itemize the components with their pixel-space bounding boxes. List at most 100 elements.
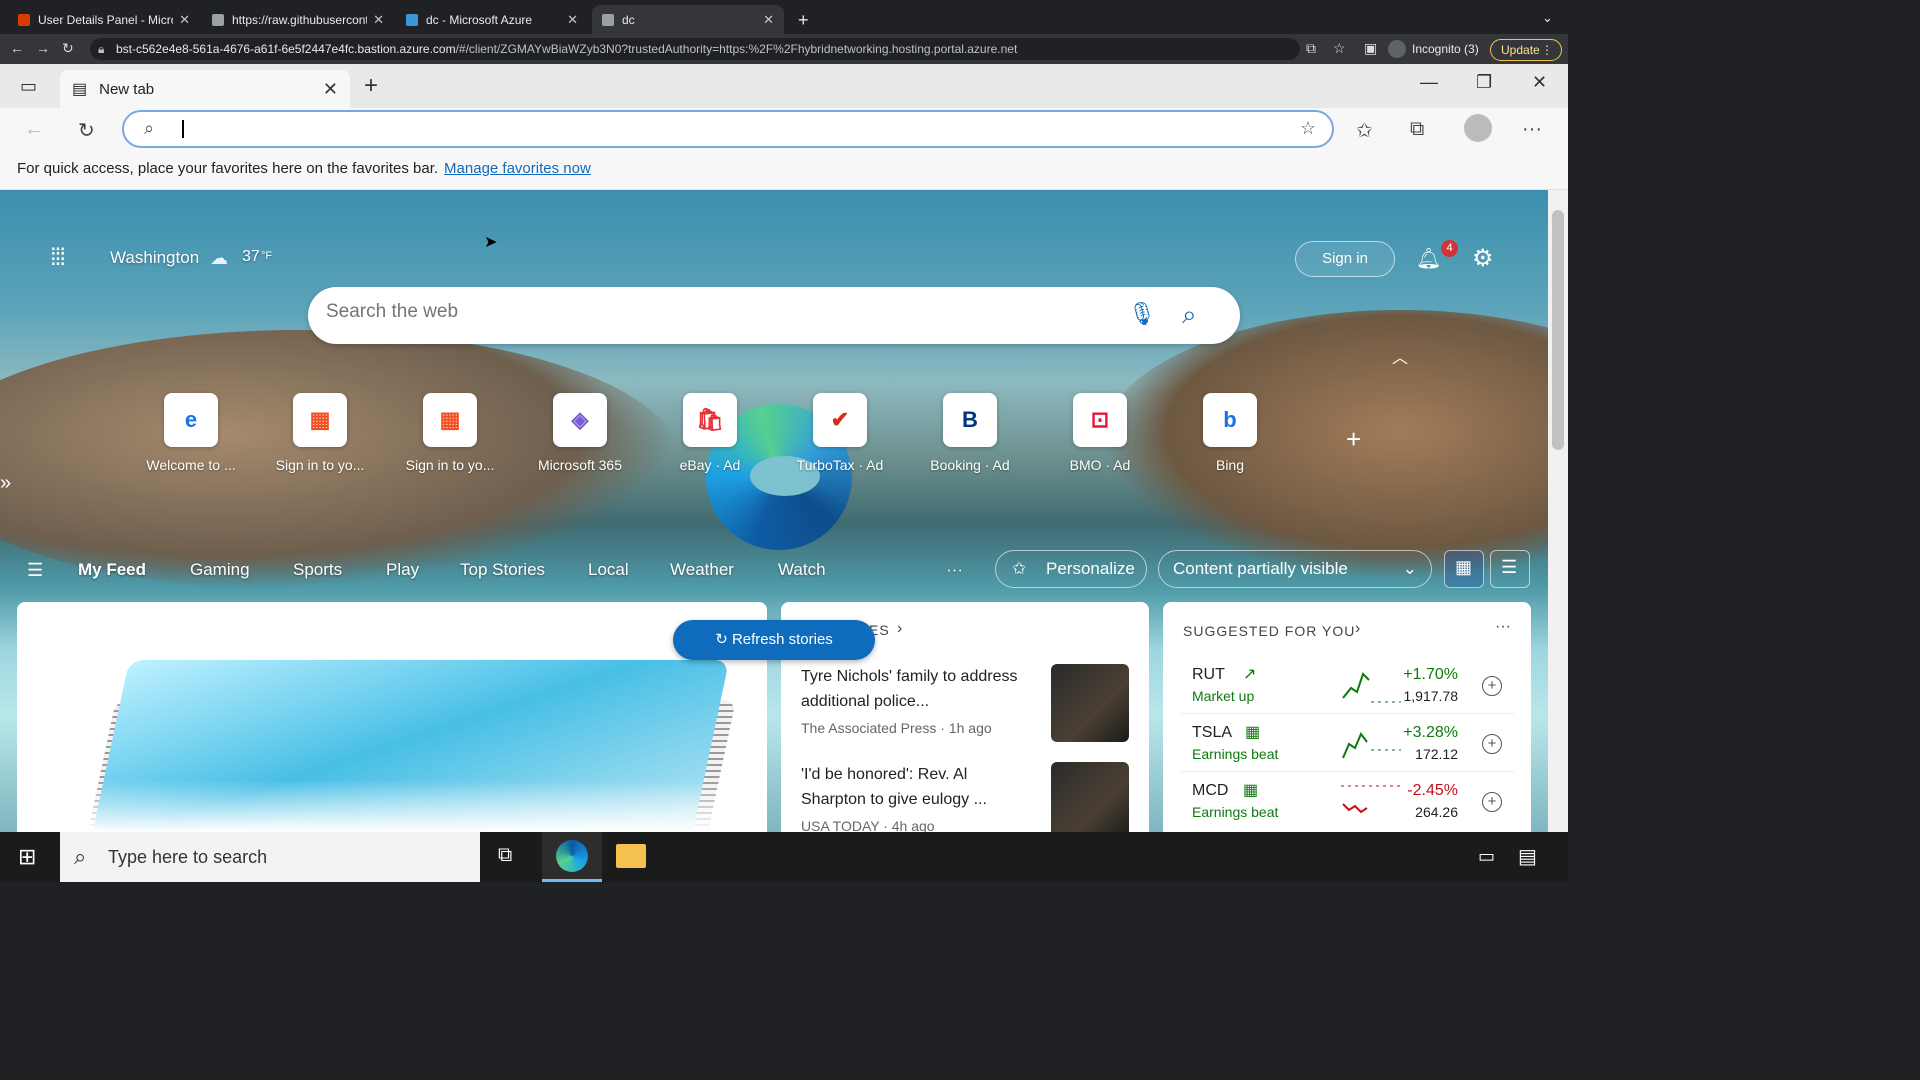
notifications-bell-icon[interactable]: 🔔︎ [1416,246,1441,271]
add-favorite-icon[interactable]: ☆ [1300,118,1316,139]
chrome-tab[interactable]: https://raw.githubusercontent. ✕ [202,5,394,35]
tab-actions-icon[interactable]: ▭ [20,76,37,97]
suggested-heading[interactable]: SUGGESTED FOR YOU [1183,623,1355,639]
quicklink-turbotax-icon: ✔ [813,393,867,447]
stock-symbol: MCD [1192,782,1229,799]
chrome-address-bar: ← → ↻ 🔒︎ bst-c562e4e8-561a-4676-a61f-6e5f… [0,34,1568,64]
refresh-icon[interactable]: ↻ [78,118,95,143]
quicklink[interactable]: e Welcome to ... [131,393,251,473]
stock-row[interactable]: MCD ▦ Earnings beat -2.45% 264.26 + [1181,780,1514,830]
window-close-icon[interactable]: ✕ [1532,72,1547,93]
new-tab-icon[interactable]: + [364,72,378,100]
chrome-tab[interactable]: User Details Panel - Microsoft ✕ [8,5,200,35]
quicklink[interactable]: ▦ Sign in to yo... [390,393,510,473]
chevron-right-icon[interactable]: › [897,620,902,638]
story-item[interactable]: Tyre Nichols' family to address addition… [801,664,1021,736]
chrome-tab[interactable]: dc - Microsoft Azure ✕ [396,5,588,35]
quicklink[interactable]: ▦ Sign in to yo... [260,393,380,473]
update-button[interactable]: Update ⋮ [1490,39,1562,61]
quicklink[interactable]: ◈ Microsoft 365 [520,393,640,473]
web-search-input[interactable] [326,301,1086,323]
weather-location[interactable]: Washington [110,248,199,268]
feed-tab-top-stories[interactable]: Top Stories [460,560,545,580]
add-stock-icon[interactable]: + [1482,734,1502,754]
quicklink[interactable]: 🛍 eBay · Ad [650,393,770,473]
stock-note: Earnings beat [1192,804,1279,820]
restore-icon[interactable]: ❐ [1476,72,1492,93]
chrome-tab-active[interactable]: dc ✕ [592,5,784,35]
story-item[interactable]: 'I'd be honored': Rev. Al Sharpton to gi… [801,762,1021,834]
incognito-indicator[interactable]: Incognito (3) [1388,39,1479,59]
content-visibility-dropdown[interactable]: Content partially visible ⌄ [1158,550,1432,588]
minimize-icon[interactable]: — [1420,72,1438,93]
file-explorer-icon[interactable] [616,844,646,868]
card-more-icon[interactable]: ··· [1495,618,1511,636]
taskbar-search-box[interactable]: ⌕ Type here to search [60,832,480,882]
stock-row[interactable]: RUT ↗ Market up +1.70% 1,917.78 + [1181,664,1514,714]
apps-launcher-icon[interactable]: ⁞⁞⁞ [50,244,66,272]
quicklink[interactable]: ⊡ BMO · Ad [1040,393,1160,473]
expand-sidebar-icon[interactable]: » [0,472,11,495]
collapse-chevron-icon[interactable]: ︿ [1392,344,1408,368]
address-bar[interactable]: ⌕ ☆ [122,110,1334,148]
chevron-right-icon[interactable]: › [1355,620,1360,638]
bookmark-star-icon[interactable]: ☆ [1333,40,1346,57]
feed-more-button[interactable]: ··· [946,560,963,580]
personalize-button[interactable]: ✩ Personalize [995,550,1147,588]
web-search-box[interactable]: 🎙︎ ⌕ [308,287,1240,344]
close-tab-icon[interactable]: ✕ [567,12,578,28]
windows-start-icon[interactable]: ⊞ [18,844,36,870]
story-thumbnail[interactable] [1051,664,1129,742]
add-stock-icon[interactable]: + [1482,792,1502,812]
action-center-icon[interactable]: ▤ [1518,844,1537,869]
microphone-icon[interactable]: 🎙︎ [1128,301,1156,327]
page-scrollbar[interactable] [1548,190,1568,832]
settings-more-icon[interactable]: ··· [1522,118,1542,141]
back-icon[interactable]: ← [24,118,44,141]
quicklink[interactable]: ✔ TurboTax · Ad [780,393,900,473]
favorites-icon[interactable]: ✩ [1356,118,1373,143]
feed-menu-icon[interactable]: ☰ [27,560,43,581]
feed-tab-local[interactable]: Local [588,560,629,580]
back-icon[interactable]: ← [10,40,24,56]
grid-view-button[interactable]: ▦ [1444,550,1484,588]
tab-search-chevron-icon[interactable]: ⌄ [1542,10,1553,26]
page-settings-gear-icon[interactable]: ⚙ [1472,244,1494,273]
feed-tab-play[interactable]: Play [386,560,419,580]
side-panel-icon[interactable]: ▣ [1364,40,1377,57]
sign-in-button[interactable]: Sign in [1295,241,1395,277]
close-tab-icon[interactable]: ✕ [763,12,774,28]
quicklink[interactable]: b Bing [1170,393,1290,473]
close-tab-icon[interactable]: ✕ [179,12,190,28]
search-icon[interactable]: ⌕ [1182,299,1197,331]
stock-row[interactable]: TSLA ▦ Earnings beat +3.28% 172.12 + [1181,722,1514,772]
close-tab-icon[interactable]: ✕ [373,12,384,28]
add-stock-icon[interactable]: + [1482,676,1502,696]
feed-tab-sports[interactable]: Sports [293,560,342,580]
edge-tab-strip: ▭ ▤ New tab ✕ + [0,64,1568,108]
network-icon[interactable]: ▭ [1478,846,1495,867]
manage-favorites-link[interactable]: Manage favorites now [444,160,591,177]
feed-tab-my-feed[interactable]: My Feed [78,560,146,580]
new-tab-icon[interactable]: + [798,10,809,31]
install-icon[interactable]: ⧉ [1306,40,1316,57]
refresh-stories-button[interactable]: ↻ Refresh stories [673,620,875,660]
profile-avatar[interactable] [1464,114,1492,142]
collections-icon[interactable]: ⧉ [1410,118,1424,141]
scrollbar-thumb[interactable] [1552,210,1564,450]
edge-taskbar-button[interactable] [542,832,602,882]
close-tab-icon[interactable]: ✕ [323,79,338,100]
story-thumbnail[interactable] [1051,762,1129,840]
feed-tab-gaming[interactable]: Gaming [190,560,250,580]
edge-tab-new[interactable]: ▤ New tab ✕ [60,70,350,108]
feed-tab-weather[interactable]: Weather [670,560,734,580]
reload-icon[interactable]: ↻ [62,40,74,57]
quicklink[interactable]: B Booking · Ad [910,393,1030,473]
quicklink-label: Sign in to yo... [275,457,365,473]
task-view-icon[interactable]: ⧉ [498,844,512,867]
url-field[interactable]: 🔒︎ bst-c562e4e8-561a-4676-a61f-6e5f2447e4… [90,38,1300,60]
list-view-button[interactable]: ☰ [1490,550,1530,588]
feed-tab-watch[interactable]: Watch [778,560,826,580]
add-quicklink-icon[interactable]: + [1346,424,1361,455]
forward-icon[interactable]: → [36,40,50,56]
